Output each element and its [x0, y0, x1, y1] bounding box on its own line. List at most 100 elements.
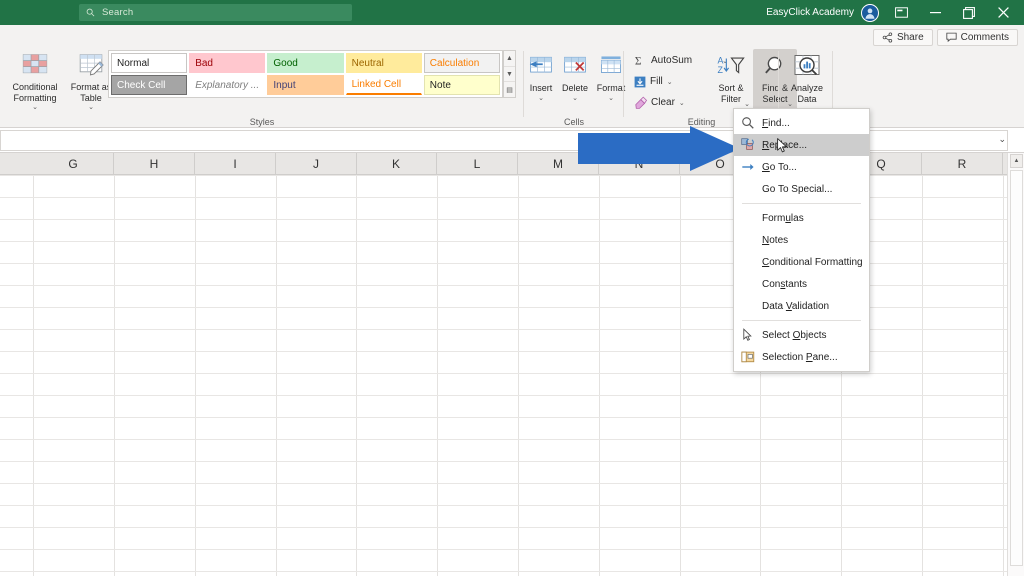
- menu-item-data-validation[interactable]: Data Validation: [734, 295, 869, 317]
- format-as-table-icon: [79, 54, 104, 76]
- grid-row-line: [0, 417, 1007, 418]
- search-placeholder: Search: [102, 7, 134, 18]
- comment-icon: [946, 32, 957, 42]
- column-header-K[interactable]: K: [356, 153, 437, 175]
- chevron-down-icon: ⌄: [88, 104, 94, 111]
- gallery-scroll-buttons[interactable]: ▲ ▼ ▤: [503, 50, 516, 98]
- chevron-down-icon: ⌄: [32, 104, 38, 111]
- grid-column-line: [195, 175, 196, 576]
- column-header-H[interactable]: H: [114, 153, 195, 175]
- delete-cells-button[interactable]: Delete ⌄: [558, 49, 592, 111]
- column-header-I[interactable]: I: [195, 153, 276, 175]
- menu-item-go-to-special[interactable]: Go To Special...: [734, 178, 869, 200]
- menu-item-label: Formulas: [762, 212, 804, 224]
- fill-button[interactable]: Fill ⌄: [630, 72, 677, 91]
- menu-item-notes[interactable]: Notes: [734, 229, 869, 251]
- mouse-cursor-icon: [777, 138, 787, 153]
- cell-style-input[interactable]: Input: [267, 75, 344, 95]
- cell-styles-gallery[interactable]: Normal Bad Good Neutral Calculation Check Cel…: [108, 50, 503, 98]
- cell-style-linked-cell[interactable]: Linked Cell: [345, 75, 422, 95]
- grid-row-line: [0, 461, 1007, 462]
- cell-style-neutral[interactable]: Neutral: [345, 53, 422, 73]
- share-icon: [882, 31, 893, 43]
- column-header-R[interactable]: R: [922, 153, 1003, 175]
- cell-style-explanatory[interactable]: Explanatory ...: [189, 75, 266, 95]
- svg-text:Σ: Σ: [635, 56, 642, 67]
- insert-cells-icon: [529, 56, 552, 73]
- search-input[interactable]: Search: [79, 4, 352, 21]
- account-area[interactable]: EasyClick Academy: [766, 0, 879, 25]
- eraser-icon: [635, 96, 647, 109]
- grid-row-line: [0, 483, 1007, 484]
- column-header-L[interactable]: L: [437, 153, 518, 175]
- menu-item-label: Find...: [762, 117, 790, 129]
- analyze-data-button[interactable]: Analyze Data: [783, 49, 831, 111]
- sort-filter-icon: A Z: [717, 56, 745, 75]
- menu-item-go-to[interactable]: Go To...: [734, 156, 869, 178]
- share-comments-group: Share Comments: [872, 28, 1018, 46]
- menu-item-find[interactable]: Find...: [734, 112, 869, 134]
- analyze-data-icon: [794, 55, 820, 76]
- vertical-scrollbar[interactable]: ▲: [1007, 153, 1024, 576]
- search-icon: [86, 8, 95, 17]
- sort-filter-button[interactable]: A Z Sort & Filter ⌄: [709, 49, 753, 111]
- ribbon-display-options-button[interactable]: [884, 0, 918, 25]
- grid-column-line: [114, 175, 115, 576]
- grid-row-line: [0, 527, 1007, 528]
- account-name: EasyClick Academy: [766, 7, 854, 18]
- gallery-scroll-down-button[interactable]: ▼: [504, 67, 515, 83]
- menu-item-replace[interactable]: Replace...: [734, 134, 869, 156]
- close-button[interactable]: [986, 0, 1020, 25]
- avatar[interactable]: [861, 3, 879, 22]
- menu-item-select-objects[interactable]: Select Objects: [734, 324, 869, 346]
- gallery-more-button[interactable]: ▤: [504, 82, 515, 97]
- menu-item-label: Data Validation: [762, 300, 830, 312]
- chevron-down-icon[interactable]: ⌄: [679, 99, 685, 107]
- cell-style-normal[interactable]: Normal: [111, 53, 188, 73]
- autosum-label: AutoSum: [651, 55, 693, 66]
- share-button[interactable]: Share: [872, 28, 933, 46]
- grid-column-line: [1003, 175, 1004, 576]
- insert-cells-button[interactable]: Insert ⌄: [524, 49, 558, 111]
- menu-item-conditional-formatting[interactable]: Conditional Formatting: [734, 251, 869, 273]
- menu-item-selection-pane[interactable]: Selection Pane...: [734, 346, 869, 368]
- grid-row-line: [0, 373, 1007, 374]
- spreadsheet-grid: GHIJKLMNOPQR ▲: [0, 153, 1024, 576]
- cell-style-bad[interactable]: Bad: [189, 53, 266, 73]
- clear-button[interactable]: Clear ⌄: [630, 93, 689, 112]
- restore-button[interactable]: [952, 0, 986, 25]
- menu-separator: [742, 203, 861, 204]
- find-select-menu[interactable]: Find... Replace... Go To... Go To Special..…: [733, 108, 870, 372]
- scroll-up-button[interactable]: ▲: [1010, 154, 1023, 168]
- comments-button[interactable]: Comments: [936, 28, 1018, 46]
- grid-column-line: [437, 175, 438, 576]
- format-label: Format: [596, 83, 626, 93]
- cell-style-note[interactable]: Note: [423, 75, 500, 95]
- conditional-formatting-button[interactable]: Conditional Formatting ⌄: [6, 49, 64, 111]
- cell-style-check-cell[interactable]: Check Cell: [111, 75, 188, 95]
- chevron-down-icon[interactable]: ⌄: [667, 78, 673, 86]
- scrollbar-thumb[interactable]: [1010, 170, 1023, 566]
- minimize-button[interactable]: [918, 0, 952, 25]
- column-header-J[interactable]: J: [276, 153, 357, 175]
- chevron-down-icon: ⌄: [538, 94, 544, 102]
- minimize-icon: [929, 11, 941, 13]
- delete-cells-icon: [564, 56, 586, 73]
- insert-label: Insert: [529, 83, 553, 93]
- conditional-formatting-label: Conditional Formatting: [12, 82, 58, 103]
- magnifier-icon: [741, 116, 755, 130]
- gallery-scroll-up-button[interactable]: ▲: [504, 51, 515, 67]
- share-label: Share: [896, 31, 924, 43]
- menu-item-label: Go To...: [762, 161, 797, 173]
- menu-item-formulas[interactable]: Formulas: [734, 207, 869, 229]
- menu-item-constants[interactable]: Constants: [734, 273, 869, 295]
- ribbon-group-styles: Conditional Formatting ⌄ Format as Table…: [0, 47, 524, 128]
- column-header-G[interactable]: G: [33, 153, 114, 175]
- ribbon-group-cells: Insert ⌄ Delete ⌄ Format ⌄ Cells: [524, 47, 626, 128]
- comments-label: Comments: [960, 31, 1009, 43]
- cell-style-calculation[interactable]: Calculation: [423, 53, 500, 73]
- cell-style-good[interactable]: Good: [267, 53, 344, 73]
- expand-formula-bar-button[interactable]: ⌄: [998, 134, 1006, 145]
- delete-label: Delete: [561, 83, 588, 93]
- svg-text:Z: Z: [717, 65, 723, 75]
